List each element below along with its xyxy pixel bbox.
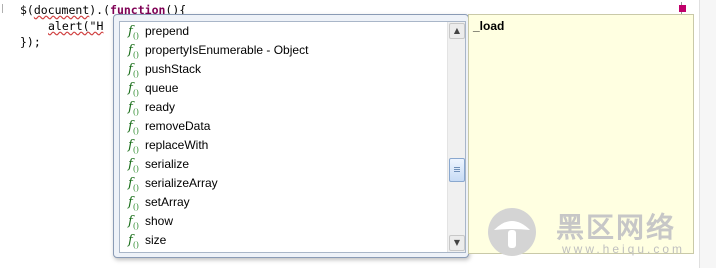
content-assist-item-label: serialize [145,157,190,171]
documentation-text: _load [473,19,505,33]
scrollbar-grip [454,171,460,172]
content-assist-item-label: size [145,233,167,247]
content-assist-item[interactable]: f() ready [120,98,446,117]
content-assist-item[interactable]: f() queue [120,79,446,98]
content-assist-item-label: setArray [145,195,190,209]
content-assist-item[interactable]: f() removeData [120,117,446,136]
scroll-down-arrow-icon[interactable]: ▼ [449,235,465,251]
content-assist-item-label: replaceWith [145,138,209,152]
function-icon: f() [128,233,140,250]
content-assist-item-label: propertyIsEnumerable - Object [145,43,309,57]
content-assist-item-label: ready [145,100,176,114]
code-line-3[interactable]: }); [20,34,41,50]
content-assist-item[interactable]: f() pushStack [120,60,446,79]
code-token: $( [20,3,34,17]
content-assist-item[interactable]: f() prepend [120,22,446,41]
scroll-up-arrow-icon[interactable]: ▲ [449,23,465,39]
watermark-url: www.heiqu.com [562,242,686,256]
code-token-alert: alert("H [48,19,104,33]
content-assist-popup[interactable]: f() prepend f() propertyIsEnumerable - Obje… [113,14,469,258]
code-token: ).( [89,3,111,17]
overview-ruler-track [699,0,716,268]
mushroom-logo-icon [488,208,536,256]
content-assist-item-label: pushStack [145,62,202,76]
content-assist-item[interactable]: f() setArray [120,193,446,212]
content-assist-list[interactable]: f() prepend f() propertyIsEnumerable - Obje… [119,21,466,253]
content-assist-item-label: serializeArray [145,176,218,190]
watermark-text: 黑区网络 [556,211,677,244]
code-line-2[interactable]: alert("H [48,18,103,34]
error-marker-icon[interactable] [679,5,686,12]
content-assist-item[interactable]: f() replaceWith [120,136,446,155]
content-assist-item-label: prepend [145,24,190,38]
content-assist-item[interactable]: f() size [120,231,446,250]
scrollbar-thumb[interactable] [449,158,465,182]
content-assist-item-label: removeData [145,119,211,133]
vertical-scrollbar[interactable]: ▲ ▼ [447,22,465,252]
content-assist-item[interactable]: f() serialize [120,155,446,174]
content-assist-item[interactable]: f() show [120,212,446,231]
scrollbar-grip [454,169,460,170]
content-assist-item-label: show [145,214,174,228]
content-assist-item[interactable]: f() propertyIsEnumerable - Object [120,41,446,60]
scrollbar-grip [454,167,460,168]
watermark: 黑区网络 www.heiqu.com [484,206,696,258]
code-token-document: document [33,3,90,17]
fold-marker [2,4,9,13]
content-assist-item-label: queue [145,81,179,95]
content-assist-item[interactable]: f() serializeArray [120,174,446,193]
